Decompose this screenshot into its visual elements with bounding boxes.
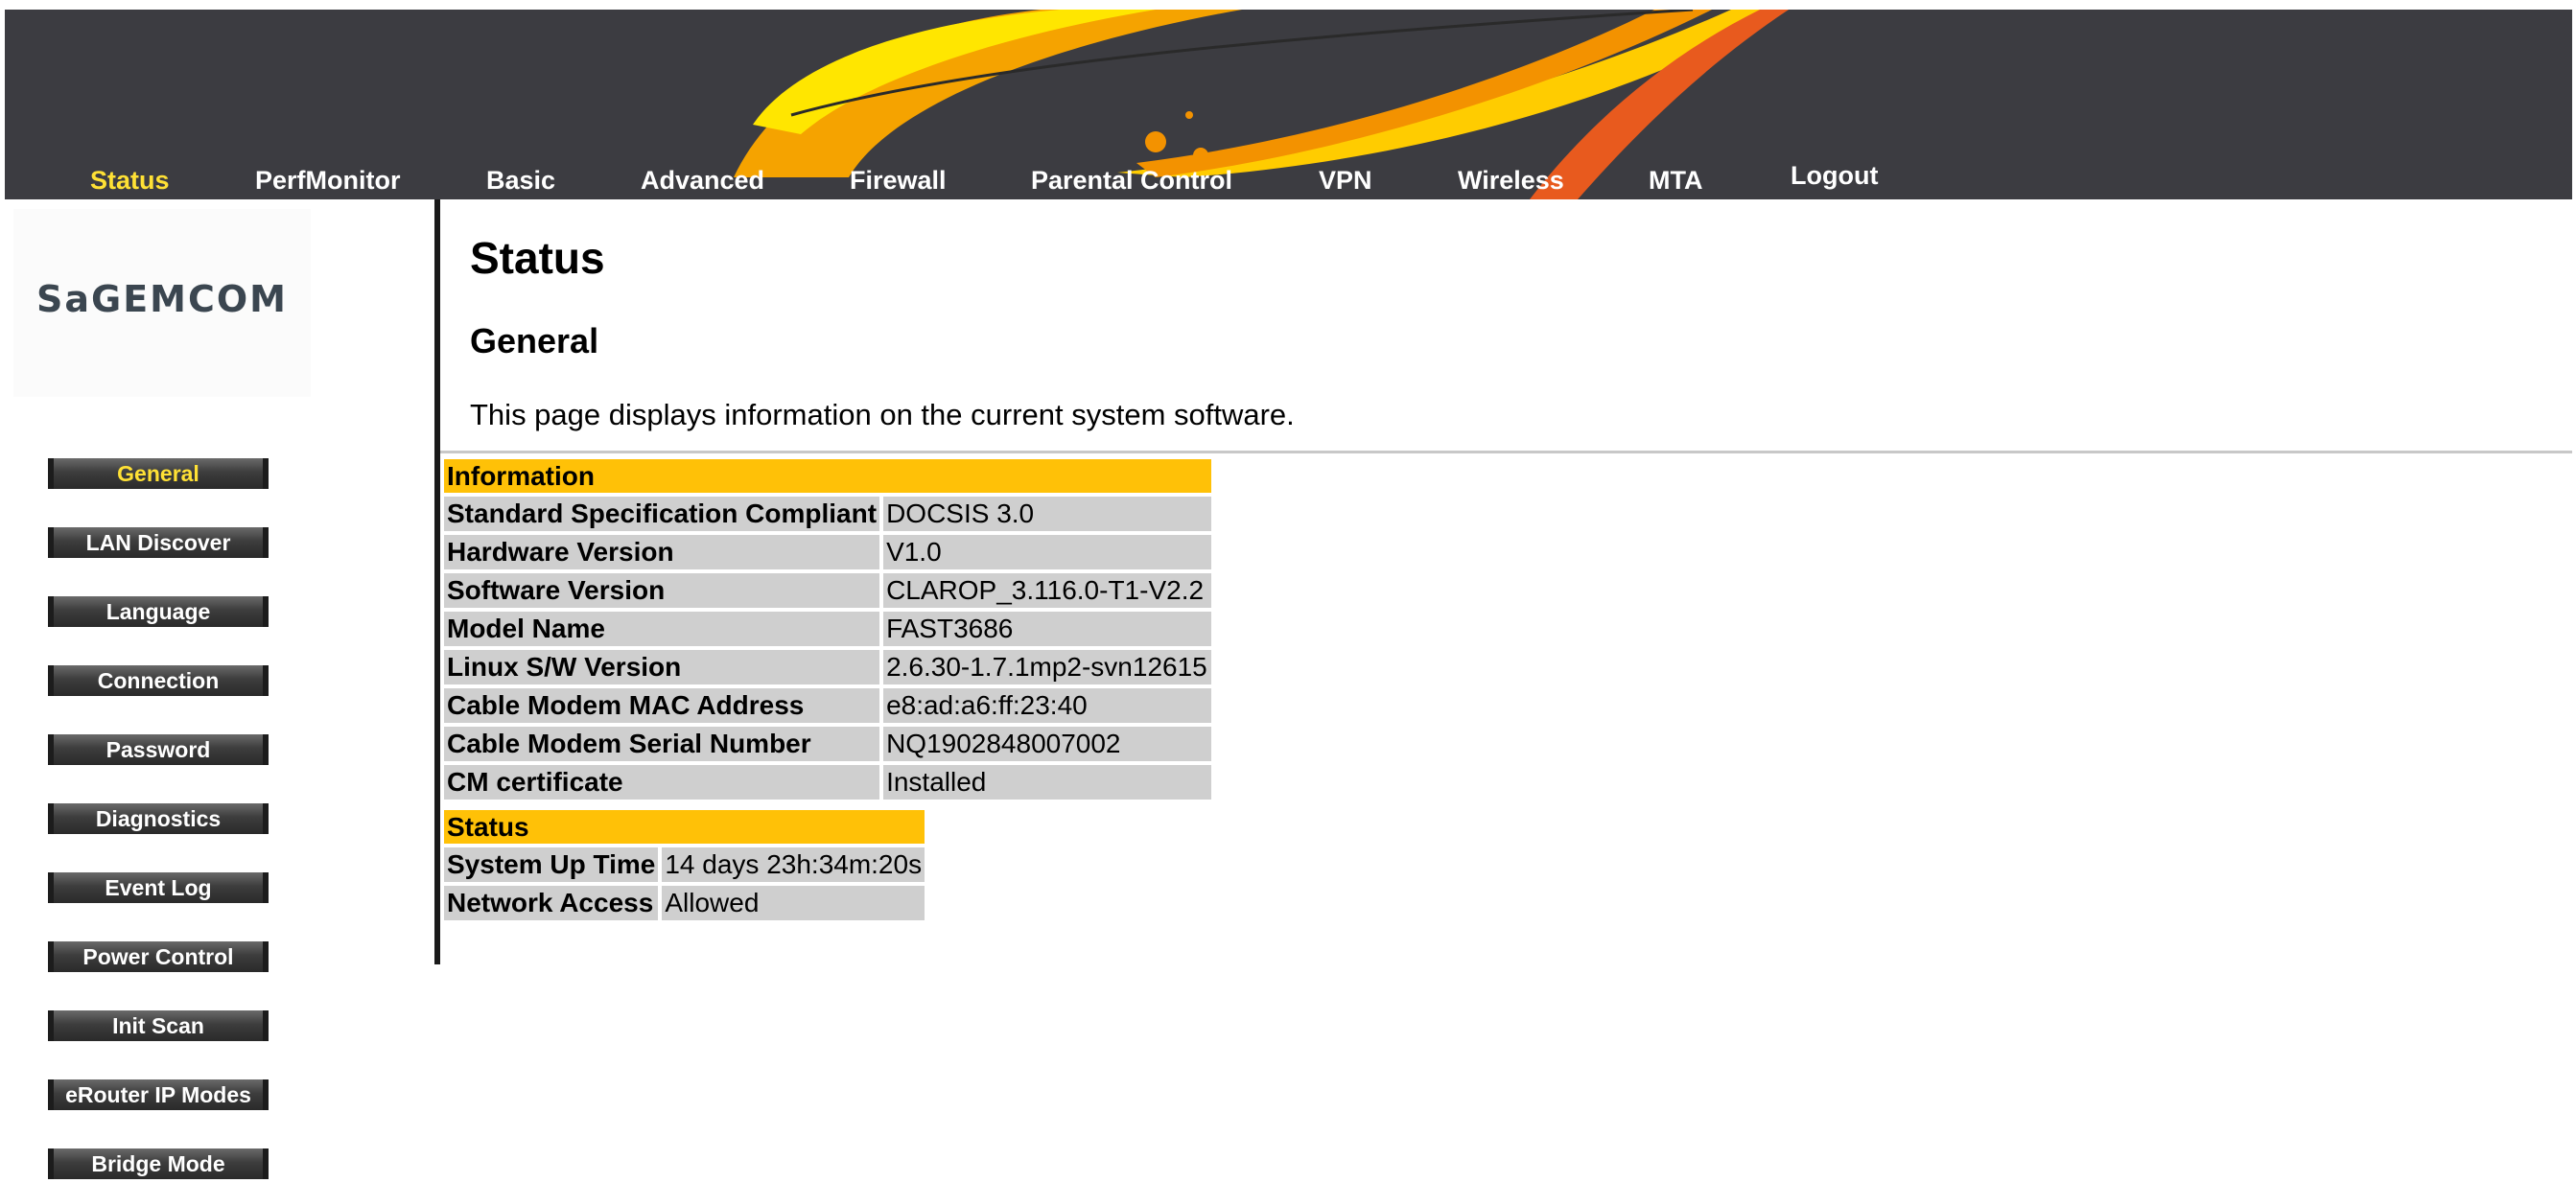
row-value: 14 days 23h:34m:20s <box>662 847 925 882</box>
row-label: Hardware Version <box>444 535 880 569</box>
nav-parental-control[interactable]: Parental Control <box>1031 166 1232 196</box>
nav-advanced[interactable]: Advanced <box>641 166 764 196</box>
row-label: System Up Time <box>444 847 659 882</box>
sagemcom-logo: SaGEMCOM <box>13 209 311 397</box>
side-menu-password[interactable]: Password <box>48 734 269 765</box>
side-menu-diagnostics[interactable]: Diagnostics <box>48 803 269 834</box>
page-title: Status <box>470 233 605 283</box>
row-value: e8:ad:a6:ff:23:40 <box>883 688 1212 723</box>
side-menu-general[interactable]: General <box>48 458 269 489</box>
row-label: Cable Modem MAC Address <box>444 688 880 723</box>
status-table-header: Status <box>444 810 925 844</box>
table-row: Hardware Version V1.0 <box>444 535 1212 569</box>
information-table: Information Standard Specification Compl… <box>440 455 1215 803</box>
row-value: FAST3686 <box>883 612 1212 646</box>
content-divider <box>440 451 2572 453</box>
table-row: Model Name FAST3686 <box>444 612 1212 646</box>
top-navigation: Status PerfMonitor Basic Advanced Firewa… <box>5 10 2572 199</box>
row-value: Installed <box>883 765 1212 800</box>
side-menu-power-control[interactable]: Power Control <box>48 941 269 972</box>
logo-text: SaGEMCOM <box>36 278 288 320</box>
nav-wireless[interactable]: Wireless <box>1458 166 1564 196</box>
status-table: Status System Up Time 14 days 23h:34m:20… <box>440 806 928 924</box>
row-value: DOCSIS 3.0 <box>883 497 1212 531</box>
side-menu-lan-discover[interactable]: LAN Discover <box>48 527 269 558</box>
row-label: Network Access <box>444 886 659 920</box>
table-row: Software Version CLAROP_3.116.0-T1-V2.2 <box>444 573 1212 608</box>
nav-logout[interactable]: Logout <box>1791 161 1878 191</box>
side-menu-language[interactable]: Language <box>48 596 269 627</box>
row-label: Software Version <box>444 573 880 608</box>
row-label: CM certificate <box>444 765 880 800</box>
side-menu-erouter-ip-modes[interactable]: eRouter IP Modes <box>48 1079 269 1110</box>
row-value: NQ1902848007002 <box>883 727 1212 761</box>
row-value: 2.6.30-1.7.1mp2-svn12615 <box>883 650 1212 684</box>
nav-perfmonitor[interactable]: PerfMonitor <box>255 166 401 196</box>
table-row: Network Access Allowed <box>444 886 925 920</box>
row-label: Cable Modem Serial Number <box>444 727 880 761</box>
side-menu-bridge-mode[interactable]: Bridge Mode <box>48 1148 269 1179</box>
nav-firewall[interactable]: Firewall <box>850 166 947 196</box>
side-menu-init-scan[interactable]: Init Scan <box>48 1010 269 1041</box>
row-label: Model Name <box>444 612 880 646</box>
table-row: Cable Modem MAC Address e8:ad:a6:ff:23:4… <box>444 688 1212 723</box>
page-subtitle: General <box>470 321 599 360</box>
information-table-header: Information <box>444 459 1212 493</box>
side-menu-connection[interactable]: Connection <box>48 665 269 696</box>
row-value: CLAROP_3.116.0-T1-V2.2 <box>883 573 1212 608</box>
page-description: This page displays information on the cu… <box>470 398 1295 431</box>
row-value: V1.0 <box>883 535 1212 569</box>
row-label: Linux S/W Version <box>444 650 880 684</box>
nav-basic[interactable]: Basic <box>486 166 555 196</box>
table-row: System Up Time 14 days 23h:34m:20s <box>444 847 925 882</box>
nav-mta[interactable]: MTA <box>1649 166 1702 196</box>
row-value: Allowed <box>662 886 925 920</box>
table-row: Cable Modem Serial Number NQ190284800700… <box>444 727 1212 761</box>
table-row: Linux S/W Version 2.6.30-1.7.1mp2-svn126… <box>444 650 1212 684</box>
table-row: Standard Specification Compliant DOCSIS … <box>444 497 1212 531</box>
header-banner: Status PerfMonitor Basic Advanced Firewa… <box>5 10 2572 199</box>
row-label: Standard Specification Compliant <box>444 497 880 531</box>
table-row: CM certificate Installed <box>444 765 1212 800</box>
nav-vpn[interactable]: VPN <box>1319 166 1372 196</box>
side-menu-event-log[interactable]: Event Log <box>48 872 269 903</box>
nav-status[interactable]: Status <box>90 166 170 196</box>
